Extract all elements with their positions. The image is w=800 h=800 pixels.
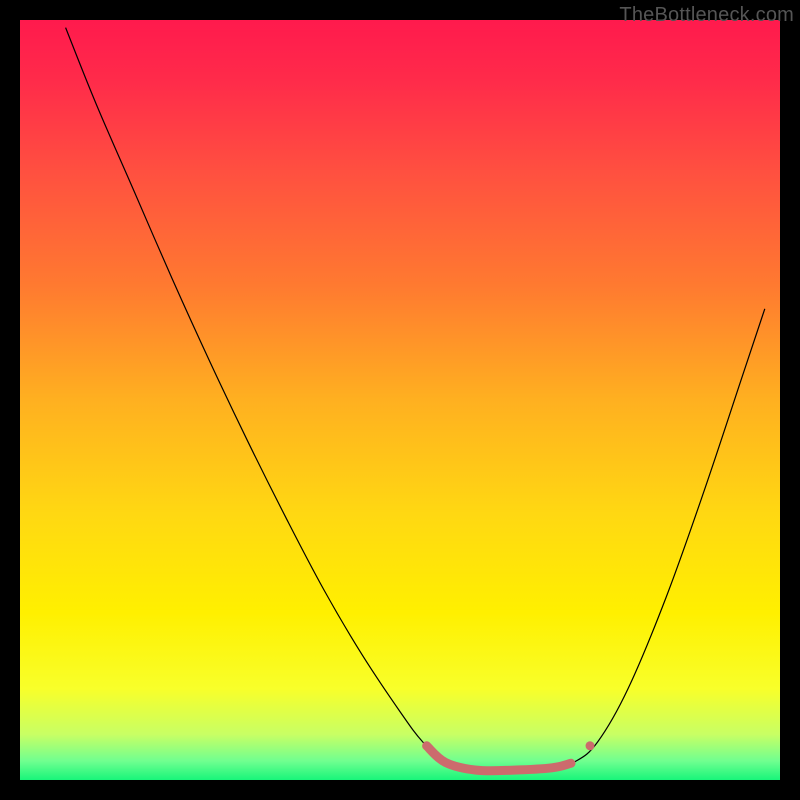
watermark-label: TheBottleneck.com: [619, 4, 794, 27]
highlight-dot-icon: [586, 741, 595, 750]
chart-background: [20, 20, 780, 780]
bottleneck-chart: [20, 20, 780, 780]
